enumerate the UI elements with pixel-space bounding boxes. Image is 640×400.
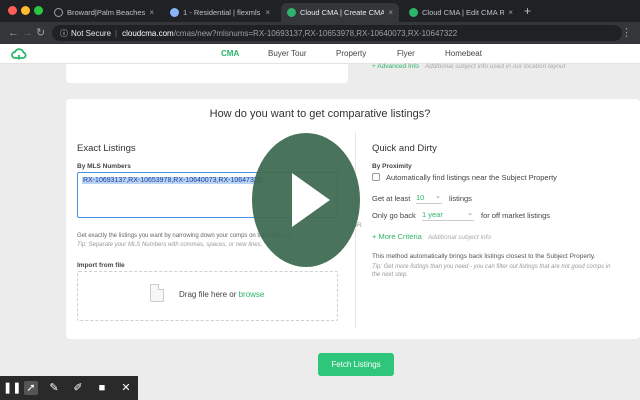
fetch-listings-button[interactable]: Fetch Listings: [318, 353, 394, 376]
maximize-window-icon[interactable]: [34, 6, 43, 15]
url-field[interactable]: ⓘ Not Secure | cloudcma.com /cmas/new?ml…: [52, 25, 622, 41]
cloud-cma-icon: [409, 8, 418, 17]
listing-count-select[interactable]: 10 ⌄: [416, 193, 442, 204]
browser-menu-icon[interactable]: ⋮: [621, 26, 632, 39]
nav-homebeat[interactable]: Homebeat: [445, 49, 482, 58]
pause-icon[interactable]: ❚❚: [3, 381, 21, 395]
browser-tab-flexmls[interactable]: 1 - Residential | flexmls Web ×: [164, 3, 276, 22]
browser-tab-broward[interactable]: Broward|Palm Beaches|St. Luc ×: [48, 3, 160, 22]
browser-tab-create-cma[interactable]: Cloud CMA | Create CMA Repo ×: [281, 3, 399, 22]
cloud-cma-logo-icon[interactable]: [11, 47, 27, 61]
quick-tip-line1: Tip: Get more listings than you need - y…: [372, 264, 611, 270]
mls-numbers-value: RX-10693137,RX-10653978,RX-10640073,RX-1…: [82, 177, 263, 184]
exact-listings-heading: Exact Listings: [77, 143, 136, 154]
close-tab-icon[interactable]: ×: [149, 8, 154, 17]
auto-find-checkbox[interactable]: [372, 173, 380, 181]
quick-tip-line2: the next step.: [372, 272, 409, 278]
pen-icon[interactable]: ✎: [47, 381, 61, 395]
back-arrow-icon[interactable]: ←: [8, 26, 19, 40]
close-tab-icon[interactable]: ×: [508, 8, 513, 17]
subject-card-partial: [66, 64, 348, 83]
nav-cma[interactable]: CMA: [221, 49, 239, 58]
cursor-icon[interactable]: ➚: [24, 381, 38, 395]
address-bar: ← → ↻ ⓘ Not Secure | cloudcma.com /cmas/…: [0, 22, 640, 44]
recording-toolbar: ❚❚ ➚ ✎ ✐ ■ ✕: [0, 376, 138, 400]
nav-property[interactable]: Property: [336, 49, 366, 58]
browser-tab-bar: Broward|Palm Beaches|St. Luc × 1 - Resid…: [0, 0, 640, 22]
advanced-info-link[interactable]: + Advanced Info Additional subject info u…: [372, 63, 565, 70]
more-criteria-link[interactable]: + More Criteria Additional subject info: [372, 232, 491, 241]
cloud-cma-icon: [287, 8, 296, 17]
reload-icon[interactable]: ↻: [36, 26, 45, 40]
chevron-down-icon: ⌄: [467, 210, 473, 217]
warning-icon: ⓘ: [60, 28, 68, 38]
nav-buyer-tour[interactable]: Buyer Tour: [268, 49, 307, 58]
browse-link[interactable]: browse: [239, 290, 265, 299]
quick-dirty-heading: Quick and Dirty: [372, 143, 437, 154]
chevron-down-icon: ⌄: [435, 193, 441, 200]
mls-numbers-label: By MLS Numbers: [77, 163, 131, 170]
flexmls-icon: [170, 8, 179, 17]
go-back-prefix: Only go back: [372, 211, 416, 220]
play-button-icon[interactable]: [252, 133, 360, 267]
close-tab-icon[interactable]: ×: [265, 8, 270, 17]
url-separator: |: [115, 28, 118, 38]
loading-icon: [54, 8, 63, 17]
proximity-label: By Proximity: [372, 163, 412, 170]
highlighter-icon[interactable]: ✐: [71, 381, 85, 395]
method-text: This method automatically brings back li…: [372, 253, 596, 260]
file-icon: [150, 284, 164, 302]
browser-tab-edit-cma[interactable]: Cloud CMA | Edit CMA Report ×: [403, 3, 519, 22]
nav-flyer[interactable]: Flyer: [397, 49, 415, 58]
at-least-suffix: listings: [449, 194, 472, 203]
minimize-window-icon[interactable]: [21, 6, 30, 15]
go-back-suffix: for off market listings: [481, 211, 551, 220]
time-range-select[interactable]: 1 year ⌄: [422, 210, 474, 221]
exact-tip-text: Tip: Separate your MLS Numbers with comm…: [77, 242, 263, 248]
close-toolbar-icon[interactable]: ✕: [119, 381, 133, 395]
app-nav: CMA Buyer Tour Property Flyer Homebeat: [0, 44, 640, 64]
camera-icon[interactable]: ■: [95, 381, 109, 395]
auto-find-label: Automatically find listings near the Sub…: [386, 173, 557, 182]
forward-arrow-icon[interactable]: →: [22, 26, 33, 40]
page-title: How do you want to get comparative listi…: [209, 108, 431, 120]
drop-text: Drag file here or browse: [179, 290, 265, 299]
import-label: Import from file: [77, 262, 125, 269]
close-tab-icon[interactable]: ×: [388, 8, 393, 17]
new-tab-button[interactable]: +: [524, 4, 531, 18]
at-least-prefix: Get at least: [372, 194, 411, 203]
close-window-icon[interactable]: [8, 6, 17, 15]
